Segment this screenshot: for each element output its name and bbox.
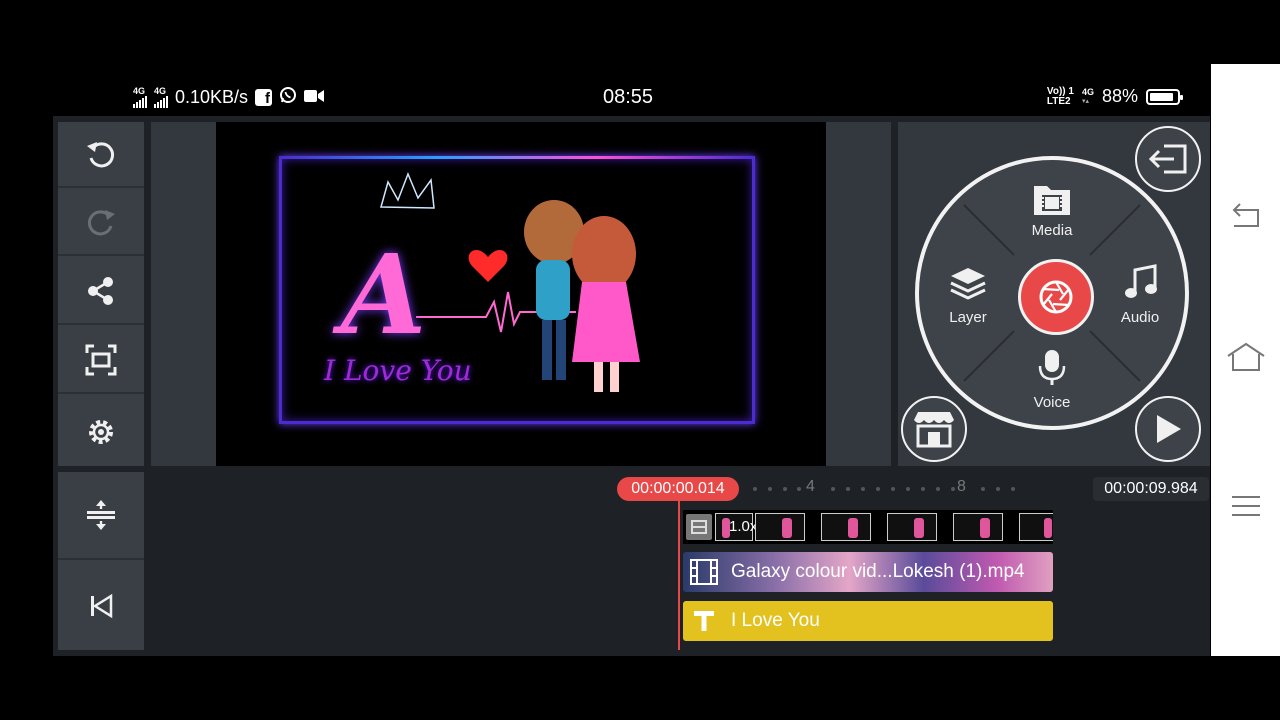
asset-store-button[interactable] [901, 396, 967, 462]
fullscreen-icon [85, 344, 117, 376]
play-button[interactable] [1135, 396, 1201, 462]
timeline-adjust-button[interactable] [58, 472, 144, 560]
battery-icon [1146, 88, 1183, 105]
current-time: 00:00:00.014 [617, 477, 739, 501]
primary-clip-thumbnails[interactable]: 1.0x [683, 510, 1053, 544]
clip-menu-icon[interactable] [686, 514, 712, 540]
redo-icon [87, 210, 115, 236]
gear-icon [89, 419, 113, 444]
text-layer-clip[interactable]: I Love You [683, 601, 1053, 641]
home-icon [1227, 342, 1265, 371]
network-type-label: 4G [133, 86, 146, 96]
camera-shutter-icon [1039, 280, 1073, 314]
audio-button[interactable]: Audio [1103, 264, 1177, 330]
thumbnail [755, 513, 805, 541]
share-icon [88, 277, 113, 305]
layer-label: Layer [949, 309, 987, 326]
status-left: 4G 4G 0.10KB/s f [133, 86, 325, 109]
signal-indicator-2: 4G [154, 87, 168, 108]
end-time: 00:00:09.984 [1093, 477, 1209, 501]
playhead[interactable] [678, 500, 680, 650]
store-icon [914, 412, 954, 448]
redo-button[interactable] [58, 190, 144, 256]
voice-button[interactable]: Voice [1015, 348, 1089, 414]
text-clip-name: I Love You [731, 610, 820, 631]
media-wheel: Media Layer Audio Voice [915, 156, 1189, 430]
undo-button[interactable] [58, 122, 144, 188]
skip-to-start-icon [91, 593, 113, 619]
music-note-icon [1125, 264, 1157, 298]
timeline-adjust-icon [87, 500, 115, 530]
status-clock: 08:55 [603, 86, 654, 108]
exit-icon [1148, 144, 1187, 174]
status-right: Vo)) 1 LTE2 4G ▾▴ 88% [1046, 85, 1183, 107]
play-icon [1157, 415, 1181, 443]
back-button[interactable] [1228, 202, 1262, 235]
home-button[interactable] [1226, 342, 1266, 377]
tick-4: 4 [806, 478, 815, 495]
initial-letter: A [341, 230, 427, 359]
video-camera-icon [304, 87, 325, 108]
battery-percent: 88% [1101, 86, 1138, 106]
preview-caption: I Love You [324, 354, 472, 387]
lte-label: LTE2 [1046, 95, 1071, 107]
skip-to-start-button[interactable] [58, 562, 144, 650]
text-icon [689, 606, 719, 636]
film-icon [689, 557, 719, 587]
microphone-icon [1038, 350, 1066, 385]
fullscreen-button[interactable] [58, 328, 144, 394]
video-preview[interactable]: A I Love You [216, 122, 826, 466]
record-button[interactable] [1018, 259, 1094, 335]
video-editor: A I Love You Media Layer Audio Voice 00:… [53, 116, 1210, 656]
layer-button[interactable]: Layer [931, 264, 1005, 330]
voice-label: Voice [1033, 394, 1071, 411]
back-icon [1232, 203, 1259, 227]
left-toolbar [58, 122, 144, 466]
layers-icon [950, 268, 986, 300]
menu-button[interactable] [1231, 494, 1261, 523]
menu-icon [1232, 496, 1260, 516]
facebook-icon: f [255, 89, 273, 106]
thumbnail [887, 513, 937, 541]
exit-button[interactable] [1135, 126, 1201, 192]
share-button[interactable] [58, 259, 144, 325]
video-clip-name: Galaxy colour vid...Lokesh (1).mp4 [731, 561, 1025, 582]
navigation-bar [1211, 64, 1280, 656]
undo-icon [87, 142, 115, 168]
timeline[interactable]: 00:00:00.014 4 8 00:00:09.984 1.0x Galax… [151, 472, 1210, 656]
volte-label: Vo)) 1 [1046, 85, 1074, 97]
settings-button[interactable] [58, 397, 144, 466]
tick-8: 8 [957, 478, 966, 495]
clip-speed: 1.0x [729, 518, 758, 535]
media-folder-icon [1034, 186, 1070, 215]
video-layer-clip[interactable]: Galaxy colour vid...Lokesh (1).mp4 [683, 552, 1053, 592]
signal-indicator-3: 4G ▾▴ [1081, 86, 1094, 105]
timeline-toolbar [58, 472, 144, 650]
whatsapp-icon [279, 86, 297, 109]
thumbnail [821, 513, 871, 541]
audio-label: Audio [1120, 309, 1160, 326]
thumbnail [953, 513, 1003, 541]
media-label: Media [1031, 222, 1073, 239]
media-button[interactable]: Media [1015, 182, 1089, 244]
network-speed: 0.10KB/s [175, 87, 249, 107]
thumbnail [1019, 513, 1053, 541]
network-type-label-2: 4G [154, 86, 167, 96]
preview-area: A I Love You [151, 122, 891, 466]
status-bar: 4G 4G 0.10KB/s f 08:55 Vo)) 1 LTE2 4G ▾▴… [53, 78, 1210, 116]
network-type-label-3: 4G [1081, 86, 1094, 97]
signal-indicator-1: 4G [133, 87, 147, 108]
